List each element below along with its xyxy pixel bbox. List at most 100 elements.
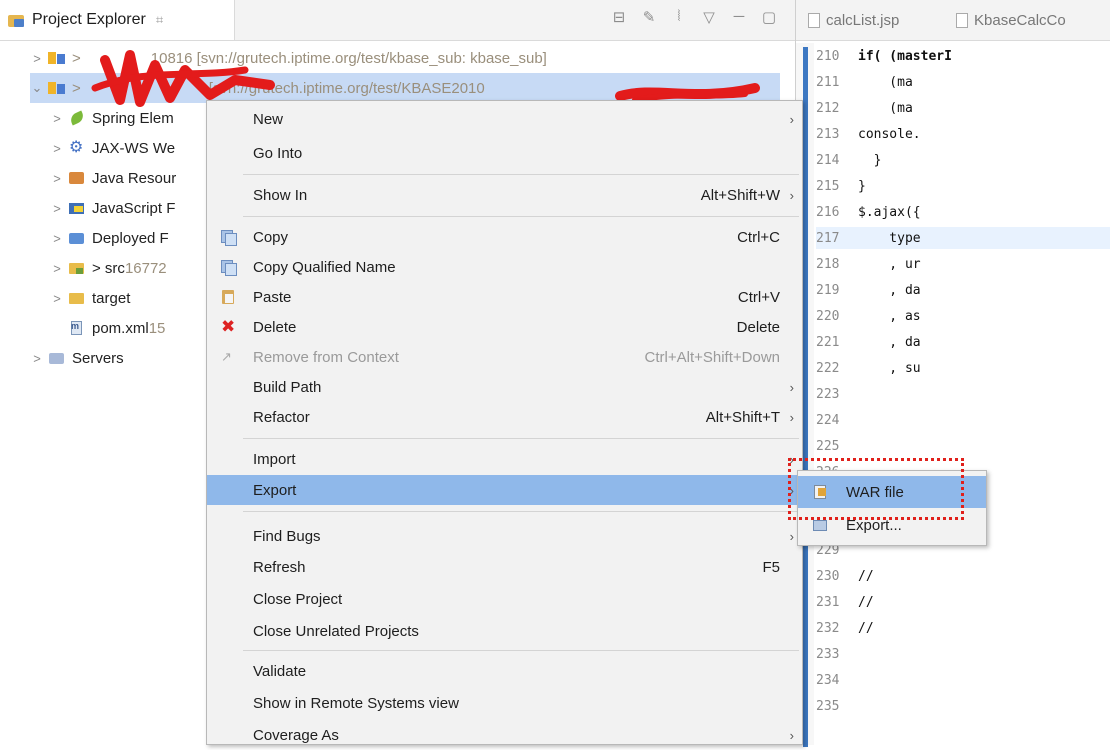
chevron-right-icon: ›	[789, 727, 794, 743]
code-line[interactable]: 211 (ma	[816, 71, 1110, 93]
chevron-right-icon: ›	[789, 187, 794, 203]
code-line[interactable]: 223	[816, 383, 1110, 405]
menu-item-delete[interactable]: ✖ Delete Delete	[207, 312, 802, 342]
tree-item-project-sub[interactable]: > > 10816 [svn://grutech.iptime.org/test…	[30, 43, 547, 73]
menu-item-remove-from-context: ↗ Remove from Context Ctrl+Alt+Shift+Dow…	[221, 348, 780, 366]
java-resources-icon	[68, 170, 86, 186]
code-line[interactable]: 213 console.	[816, 123, 1110, 145]
tree-item-project-main[interactable]: ⌄ > [svn://grutech.iptime.org/test/KBASE…	[30, 73, 780, 103]
chevron-right-icon[interactable]: >	[30, 51, 44, 66]
javascript-icon	[68, 200, 86, 216]
collapse-all-icon[interactable]: ⊟	[611, 8, 627, 26]
menu-separator	[243, 174, 799, 175]
tree-item-pom-xml[interactable]: pom.xml 15	[68, 313, 165, 343]
code-line[interactable]: 224	[816, 409, 1110, 431]
menu-item-close-project[interactable]: Close Project	[207, 584, 802, 614]
code-text: }	[858, 178, 866, 194]
menu-item-build-path[interactable]: Build Path ›	[207, 372, 802, 402]
code-line[interactable]: 231 //	[816, 591, 1110, 613]
tab-pin-icon[interactable]: ⌗	[156, 12, 163, 28]
menu-item-new[interactable]: New ›	[207, 104, 802, 134]
code-line[interactable]: 217 type	[816, 227, 1110, 249]
tab-project-explorer[interactable]: Project Explorer ⌗	[0, 0, 235, 40]
code-line[interactable]: 219 , da	[816, 279, 1110, 301]
line-number: 210	[816, 48, 840, 64]
menu-item-go-into[interactable]: Go Into	[207, 138, 802, 168]
tree-item-javascript-resources[interactable]: > JavaScript F	[50, 193, 175, 223]
java-file-icon	[956, 12, 968, 28]
menu-item-show-in[interactable]: Show In Alt+Shift+W ›	[207, 180, 802, 210]
tab-calclist[interactable]: calcList.jsp	[808, 0, 899, 40]
tree-item-jax-ws[interactable]: > JAX-WS We	[50, 133, 175, 163]
menu-item-export[interactable]: Export ›	[207, 475, 802, 505]
tree-item-src[interactable]: > > src 16772	[50, 253, 166, 283]
chevron-down-icon[interactable]: ⌄	[30, 80, 44, 96]
chevron-right-icon: ›	[789, 451, 794, 467]
jsp-file-icon	[808, 12, 820, 28]
link-editor-icon[interactable]: ✎	[641, 8, 657, 26]
menu-item-validate[interactable]: Validate	[207, 656, 802, 686]
code-line[interactable]: 230 //	[816, 565, 1110, 587]
tree-item-suffix: 15	[148, 319, 166, 337]
code-line[interactable]: 214 }	[816, 149, 1110, 171]
export-submenu: WAR file Export...	[797, 470, 987, 546]
remove-context-icon: ↗	[221, 349, 232, 364]
tree-item-java-resources[interactable]: > Java Resour	[50, 163, 176, 193]
menu-item-coverage-as[interactable]: Coverage As ›	[207, 720, 802, 750]
tree-item-label: JAX-WS We	[92, 139, 176, 157]
code-line[interactable]: 225	[816, 435, 1110, 457]
line-number: 225	[816, 438, 840, 454]
code-line[interactable]: 215}	[816, 175, 1110, 197]
chevron-right-icon[interactable]: >	[50, 291, 64, 306]
menu-item-import[interactable]: Import ›	[207, 444, 802, 474]
menu-item-refactor[interactable]: Refactor Alt+Shift+T ›	[207, 402, 802, 432]
code-line[interactable]: 220 , as	[816, 305, 1110, 327]
war-file-icon	[812, 484, 828, 500]
menu-item-paste[interactable]: Paste Ctrl+V	[207, 282, 802, 312]
code-line[interactable]: 232 //	[816, 617, 1110, 639]
minimize-icon[interactable]: ─	[731, 8, 747, 26]
code-line[interactable]: 212 (ma	[816, 97, 1110, 119]
menu-item-copy-qualified-name[interactable]: Copy Qualified Name	[207, 252, 802, 282]
submenu-item-export[interactable]: Export...	[798, 509, 986, 541]
chevron-right-icon[interactable]: >	[50, 261, 64, 276]
chevron-right-icon: ›	[789, 111, 794, 127]
view-menu-icon[interactable]: ▽	[701, 8, 717, 26]
tree-item-servers[interactable]: > Servers	[30, 343, 123, 373]
menu-item-show-remote-systems[interactable]: Show in Remote Systems view	[207, 688, 802, 718]
tab-kbasecalc[interactable]: KbaseCalcCo	[956, 0, 1066, 40]
tree-item-spring-elements[interactable]: > Spring Elem	[50, 103, 174, 133]
code-line[interactable]: 210 if( (masterI	[816, 45, 1110, 67]
menu-item-copy[interactable]: Copy Ctrl+C	[207, 222, 802, 252]
tree-item-deployed-resources[interactable]: > Deployed F	[50, 223, 169, 253]
tree-item-suffix: 10816 [svn://grutech.iptime.org/test/kba…	[150, 49, 547, 67]
line-number: 224	[816, 412, 840, 428]
maximize-icon[interactable]: ▢	[761, 8, 777, 26]
menu-item-close-unrelated-projects[interactable]: Close Unrelated Projects	[207, 616, 802, 646]
code-line[interactable]: 218 , ur	[816, 253, 1110, 275]
separator-icon: ⦚	[677, 8, 681, 25]
code-line[interactable]: 221 , da	[816, 331, 1110, 353]
chevron-right-icon[interactable]: >	[50, 201, 64, 216]
code-line[interactable]: 222 , su	[816, 357, 1110, 379]
line-number: 223	[816, 386, 840, 402]
tree-item-target[interactable]: > target	[50, 283, 130, 313]
submenu-item-war-file[interactable]: WAR file	[798, 476, 986, 508]
menu-item-find-bugs[interactable]: Find Bugs ›	[207, 521, 802, 551]
export-wizard-icon	[812, 517, 828, 533]
code-line[interactable]: 234	[816, 669, 1110, 691]
code-line[interactable]: 216 $.ajax({	[816, 201, 1110, 223]
chevron-right-icon[interactable]: >	[50, 231, 64, 246]
chevron-right-icon[interactable]: >	[30, 351, 44, 366]
code-text: , as	[858, 308, 921, 324]
line-number: 233	[816, 646, 840, 662]
code-line[interactable]: 233	[816, 643, 1110, 665]
chevron-right-icon[interactable]: >	[50, 141, 64, 156]
code-line[interactable]: 235	[816, 695, 1110, 717]
shortcut-label: Ctrl+C	[737, 228, 780, 246]
chevron-right-icon[interactable]: >	[50, 111, 64, 126]
deployed-resources-icon	[68, 230, 86, 246]
menu-item-refresh[interactable]: Refresh F5	[207, 552, 802, 582]
chevron-right-icon[interactable]: >	[50, 171, 64, 186]
project-icon	[48, 50, 66, 66]
